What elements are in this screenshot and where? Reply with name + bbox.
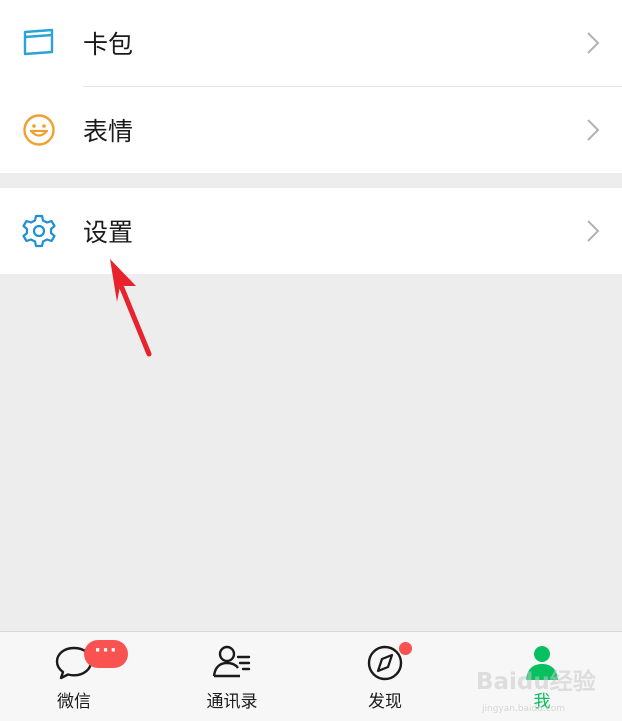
tab-contacts[interactable]: 通讯录 (170, 632, 294, 721)
annotation-arrow (110, 259, 152, 357)
chevron-right-icon (587, 32, 600, 54)
menu-item-label: 卡包 (83, 30, 134, 59)
contacts-icon (212, 645, 251, 678)
menu-item-stickers[interactable]: 表情 (0, 87, 622, 173)
chevron-right-icon (587, 220, 600, 242)
unread-badge: ··· (84, 640, 128, 668)
tab-label: 微信 (57, 692, 91, 712)
menu-item-settings[interactable]: 设置 (0, 188, 622, 274)
notification-dot (399, 642, 412, 655)
menu-item-card-pack[interactable]: 卡包 (0, 0, 622, 86)
watermark: Baidu经验 (476, 669, 596, 695)
card-icon (20, 24, 58, 62)
tab-label: 发现 (368, 692, 402, 712)
smiley-icon (20, 111, 58, 149)
chevron-right-icon (587, 119, 600, 141)
gear-icon (20, 212, 58, 250)
menu-item-label: 设置 (83, 218, 134, 247)
tab-label: 通讯录 (206, 692, 258, 712)
watermark-url: jingyan.baidu.com (482, 704, 566, 714)
tab-discover[interactable]: 发现 (323, 632, 447, 721)
menu-item-label: 表情 (83, 117, 134, 146)
